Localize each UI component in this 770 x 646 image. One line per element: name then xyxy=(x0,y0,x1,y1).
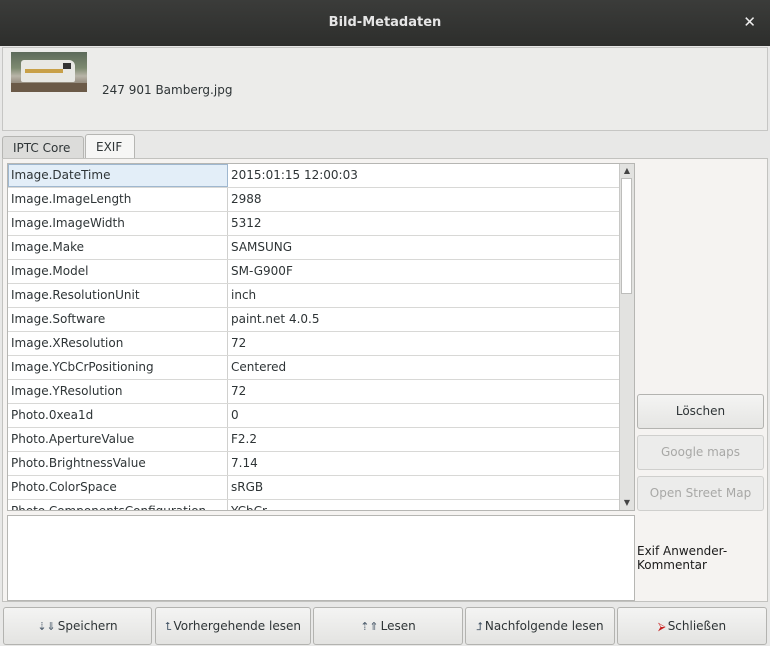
close-icon[interactable]: ✕ xyxy=(743,13,756,31)
close-button[interactable]: ⮚ Schließen xyxy=(617,607,767,645)
table-row[interactable]: Photo.ApertureValue F2.2 xyxy=(8,428,620,452)
table-row[interactable]: Photo.BrightnessValue 7.14 xyxy=(8,452,620,476)
table-row[interactable]: Image.YCbCrPositioning Centered xyxy=(8,356,620,380)
row-value[interactable]: SM-G900F xyxy=(228,260,620,283)
row-value[interactable]: YCbCr xyxy=(228,500,620,510)
table-row[interactable]: Photo.ComponentsConfiguration YCbCr xyxy=(8,500,620,510)
table-row[interactable]: Image.Model SM-G900F xyxy=(8,260,620,284)
row-key[interactable]: Photo.ColorSpace xyxy=(8,476,228,499)
row-value[interactable]: 2015:01:15 12:00:03 xyxy=(228,164,620,187)
table-row[interactable]: Image.ImageLength 2988 xyxy=(8,188,620,212)
read-previous-button[interactable]: ⮤ Vorhergehende lesen xyxy=(155,607,311,645)
row-value[interactable]: 2988 xyxy=(228,188,620,211)
table-row[interactable]: Image.DateTime 2015:01:15 12:00:03 xyxy=(8,164,620,188)
window-title: Bild-Metadaten xyxy=(328,15,442,30)
table-row[interactable]: Photo.0xea1d 0 xyxy=(8,404,620,428)
save-icon: ⇣⇓ xyxy=(37,620,56,633)
read-next-label: Nachfolgende lesen xyxy=(484,619,604,633)
row-value[interactable]: Centered xyxy=(228,356,620,379)
read-previous-label: Vorhergehende lesen xyxy=(173,619,301,633)
table-row[interactable]: Image.YResolution 72 xyxy=(8,380,620,404)
row-value[interactable]: F2.2 xyxy=(228,428,620,451)
exif-comment-label: Exif Anwender-Kommentar xyxy=(637,544,728,572)
table-row[interactable]: Image.Software paint.net 4.0.5 xyxy=(8,308,620,332)
row-value[interactable]: 72 xyxy=(228,380,620,403)
row-key[interactable]: Photo.ComponentsConfiguration xyxy=(8,500,228,510)
row-value[interactable]: sRGB xyxy=(228,476,620,499)
read-button[interactable]: ⇡⇑ Lesen xyxy=(313,607,463,645)
row-value[interactable]: inch xyxy=(228,284,620,307)
table-row[interactable]: Photo.ColorSpace sRGB xyxy=(8,476,620,500)
scroll-up-icon[interactable]: ▲ xyxy=(620,164,634,178)
exif-comment-textarea[interactable] xyxy=(7,515,635,601)
row-value[interactable]: 72 xyxy=(228,332,620,355)
row-key[interactable]: Photo.0xea1d xyxy=(8,404,228,427)
delete-button[interactable]: Löschen xyxy=(637,394,764,429)
row-key[interactable]: Photo.ApertureValue xyxy=(8,428,228,451)
row-key[interactable]: Image.YCbCrPositioning xyxy=(8,356,228,379)
image-filename: 247 901 Bamberg.jpg xyxy=(102,83,233,97)
read-next-button[interactable]: ⮥ Nachfolgende lesen xyxy=(465,607,615,645)
table-row[interactable]: Image.ResolutionUnit inch xyxy=(8,284,620,308)
row-key[interactable]: Image.ResolutionUnit xyxy=(8,284,228,307)
row-value[interactable]: 0 xyxy=(228,404,620,427)
row-key[interactable]: Image.ImageWidth xyxy=(8,212,228,235)
metadata-table: Image.DateTime 2015:01:15 12:00:03 Image… xyxy=(7,163,635,511)
exit-icon: ⮚ xyxy=(657,620,666,633)
image-header: 247 901 Bamberg.jpg xyxy=(2,47,768,131)
table-row[interactable]: Image.XResolution 72 xyxy=(8,332,620,356)
row-value[interactable]: 5312 xyxy=(228,212,620,235)
scroll-down-icon[interactable]: ▼ xyxy=(620,496,634,510)
row-key[interactable]: Image.Make xyxy=(8,236,228,259)
row-key[interactable]: Image.ImageLength xyxy=(8,188,228,211)
metadata-table-body: Image.DateTime 2015:01:15 12:00:03 Image… xyxy=(8,164,620,510)
row-key[interactable]: Image.XResolution xyxy=(8,332,228,355)
image-thumbnail xyxy=(11,52,87,92)
bottom-toolbar: ⇣⇓ Speichern ⮤ Vorhergehende lesen ⇡⇑ Lesen… xyxy=(0,606,770,646)
title-bar: Bild-Metadaten ✕ xyxy=(0,0,770,46)
row-value[interactable]: 7.14 xyxy=(228,452,620,475)
read-icon: ⇡⇑ xyxy=(360,620,379,633)
tab-iptc-core[interactable]: IPTC Core xyxy=(2,136,84,158)
table-row[interactable]: Image.Make SAMSUNG xyxy=(8,236,620,260)
read-previous-icon: ⮤ xyxy=(165,620,172,633)
save-button[interactable]: ⇣⇓ Speichern xyxy=(3,607,152,645)
row-key[interactable]: Image.YResolution xyxy=(8,380,228,403)
open-street-map-button[interactable]: Open Street Map xyxy=(637,476,764,511)
table-scrollbar[interactable]: ▲ ▼ xyxy=(619,164,634,510)
row-value[interactable]: SAMSUNG xyxy=(228,236,620,259)
save-label: Speichern xyxy=(57,619,118,633)
google-maps-button[interactable]: Google maps xyxy=(637,435,764,470)
row-key[interactable]: Photo.BrightnessValue xyxy=(8,452,228,475)
read-next-icon: ⮥ xyxy=(476,620,483,633)
row-value[interactable]: paint.net 4.0.5 xyxy=(228,308,620,331)
read-label: Lesen xyxy=(380,619,416,633)
row-key[interactable]: Image.Model xyxy=(8,260,228,283)
row-key[interactable]: Image.Software xyxy=(8,308,228,331)
close-label: Schließen xyxy=(667,619,727,633)
table-row[interactable]: Image.ImageWidth 5312 xyxy=(8,212,620,236)
exif-panel: Image.DateTime 2015:01:15 12:00:03 Image… xyxy=(2,158,768,602)
row-key[interactable]: Image.DateTime xyxy=(8,164,228,187)
tab-exif[interactable]: EXIF xyxy=(85,134,135,159)
scrollbar-thumb[interactable] xyxy=(621,178,632,294)
